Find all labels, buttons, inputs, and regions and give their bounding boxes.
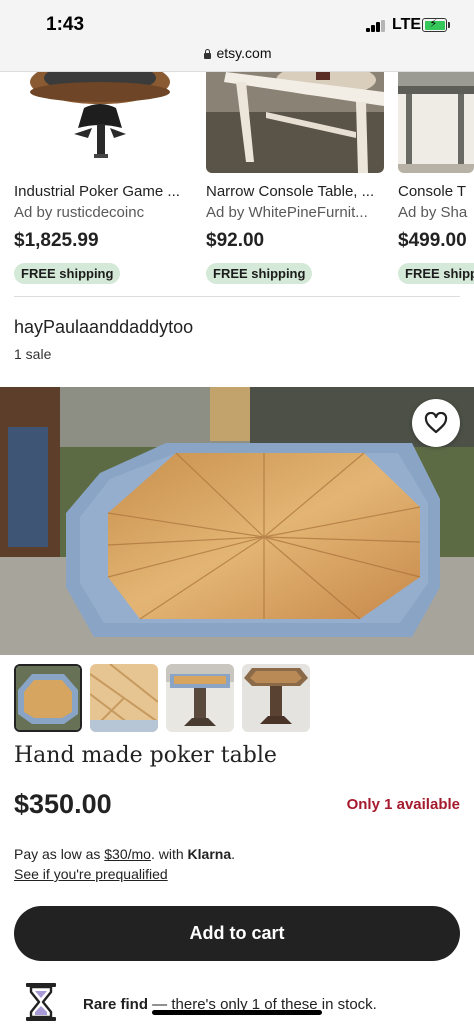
ad-price: $92.00 [206,230,265,251]
thumbnail-4[interactable] [242,664,310,732]
add-to-cart-button[interactable]: Add to cart [14,906,460,961]
favorite-button[interactable] [412,399,460,447]
ad-title[interactable]: Narrow Console Table, ... [206,183,374,200]
shop-sales-count: 1 sale [14,346,52,362]
rare-find-notice: Rare find — there's only 1 of these in s… [14,980,460,1024]
signal-icon [366,20,386,32]
home-indicator[interactable] [152,1010,322,1015]
thumbnail-2[interactable] [90,664,158,732]
network-label: LTE [392,16,422,33]
free-shipping-badge: FREE shipping [206,263,313,284]
ad-image[interactable] [14,72,192,173]
ad-price: $499.00 [398,230,467,251]
listing-main-image[interactable] [0,387,474,655]
ad-image[interactable] [206,72,384,173]
ad-image[interactable] [398,72,474,173]
battery-icon [422,17,447,32]
listing-price: $350.00 [14,789,112,819]
listing-title: Hand made poker table [14,743,277,768]
divider [14,296,460,297]
klarna-amount-link[interactable]: $30/mo [104,846,151,862]
klarna-financing: Pay as low as $30/mo. with Klarna. [14,846,236,862]
free-shipping-badge: FREE shipping [14,263,121,284]
address-bar[interactable]: etsy.com [0,45,474,61]
status-time: 1:43 [46,14,85,35]
ad-title[interactable]: Industrial Poker Game ... [14,183,180,200]
free-shipping-badge: FREE shipp [398,263,474,284]
status-bar: 1:43 LTE etsy.com [0,0,474,72]
ad-price: $1,825.99 [14,230,99,251]
lock-icon [203,49,212,59]
ad-seller: Ad by Sha [398,204,468,221]
thumbnail-1[interactable] [14,664,82,732]
prequalify-link[interactable]: See if you're prequalified [14,866,168,882]
thumbnail-3[interactable] [166,664,234,732]
ad-title[interactable]: Console T [398,183,466,200]
url-text: etsy.com [216,45,272,61]
shop-name-link[interactable]: hayPaulaanddaddytoo [14,317,193,338]
ad-seller: Ad by rusticdecoinc [14,204,145,221]
heart-outline-icon [424,412,448,434]
hourglass-icon [26,983,56,1021]
ad-seller: Ad by WhitePineFurnit... [206,204,368,221]
availability-notice: Only 1 available [346,796,460,813]
klarna-logo: Klarna [187,846,232,862]
